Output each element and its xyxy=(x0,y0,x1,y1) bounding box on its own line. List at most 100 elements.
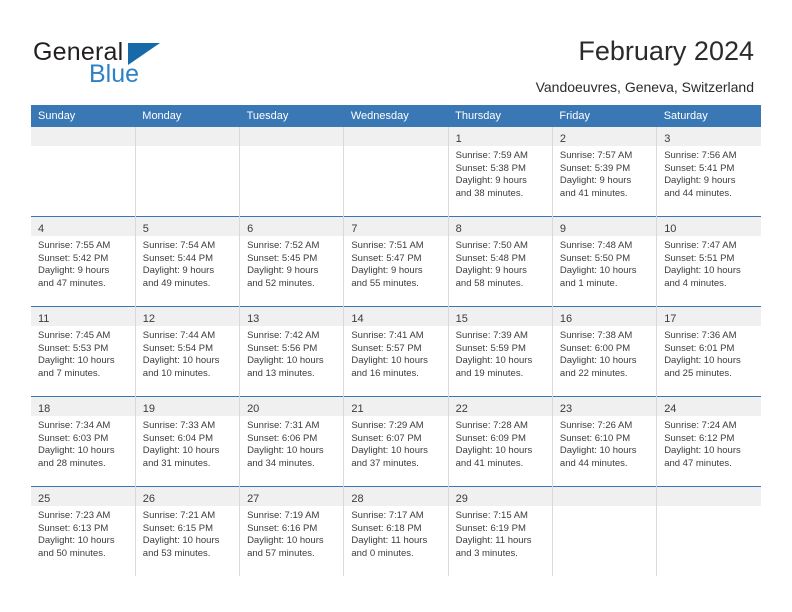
day-number-strip: 27 xyxy=(240,487,344,506)
day-detail-line: and 4 minutes. xyxy=(664,277,727,289)
calendar-day-cell[interactable]: 23 Sunrise: 7:26 AM Sunset: 6:10 PM Dayligh… xyxy=(551,396,657,487)
day-number-strip: 26 xyxy=(135,487,240,506)
calendar-day-cell[interactable]: 11 Sunrise: 7:45 AM Sunset: 5:53 PM Dayligh… xyxy=(31,306,136,397)
calendar-day-cell[interactable]: 6 Sunrise: 7:52 AM Sunset: 5:45 PM Daylight… xyxy=(239,216,344,307)
calendar-day-cell[interactable]: 4 Sunrise: 7:55 AM Sunset: 5:42 PM Daylight… xyxy=(31,216,136,307)
day-detail-line: Daylight: 9 hours xyxy=(664,175,736,187)
day-detail-line: Sunset: 5:53 PM xyxy=(38,342,109,354)
day-detail-line: Daylight: 10 hours xyxy=(247,535,324,547)
day-detail-line: Daylight: 10 hours xyxy=(38,535,115,547)
calendar-day-cell[interactable]: 17 Sunrise: 7:36 AM Sunset: 6:01 PM Dayligh… xyxy=(656,306,761,397)
day-number: 28 xyxy=(351,493,364,505)
calendar-day-cell[interactable]: 20 Sunrise: 7:31 AM Sunset: 6:06 PM Dayligh… xyxy=(239,396,344,487)
day-detail-line: Sunrise: 7:38 AM xyxy=(559,330,633,341)
day-detail-line: Sunset: 6:18 PM xyxy=(351,522,422,534)
calendar-day-cell[interactable]: 16 Sunrise: 7:38 AM Sunset: 6:00 PM Dayligh… xyxy=(551,306,657,397)
day-number: 3 xyxy=(664,133,671,145)
calendar-day-cell[interactable]: 7 Sunrise: 7:51 AM Sunset: 5:47 PM Daylight… xyxy=(343,216,449,307)
calendar-day-cell[interactable]: 21 Sunrise: 7:29 AM Sunset: 6:07 PM Dayligh… xyxy=(343,396,449,487)
day-detail-line: Daylight: 9 hours xyxy=(455,265,527,277)
calendar-day-cell[interactable]: 28 Sunrise: 7:17 AM Sunset: 6:18 PM Dayligh… xyxy=(343,486,449,576)
day-detail-line: Sunrise: 7:29 AM xyxy=(351,420,424,431)
calendar-day-cell[interactable]: 5 Sunrise: 7:54 AM Sunset: 5:44 PM Daylight… xyxy=(134,216,240,307)
day-detail-line: Sunrise: 7:44 AM xyxy=(142,330,216,341)
day-detail-line: Sunrise: 7:34 AM xyxy=(38,420,111,431)
calendar-day-cell[interactable]: 18 Sunrise: 7:34 AM Sunset: 6:03 PM Dayligh… xyxy=(31,396,136,487)
day-detail-line: and 47 minutes. xyxy=(664,457,732,469)
day-detail-line: and 22 minutes. xyxy=(559,367,628,379)
calendar-day-cell[interactable]: 10 Sunrise: 7:47 AM Sunset: 5:51 PM Dayligh… xyxy=(656,216,761,307)
calendar-week-row: 25 Sunrise: 7:23 AM Sunset: 6:13 PM Dayligh… xyxy=(31,486,761,576)
day-number: 24 xyxy=(664,403,677,415)
day-detail-line: Daylight: 10 hours xyxy=(455,445,533,457)
day-detail-line: and 37 minutes. xyxy=(351,457,419,469)
day-detail-line: Daylight: 10 hours xyxy=(664,265,741,277)
day-cell-inner: 12 Sunrise: 7:44 AM Sunset: 5:54 PM Dayligh… xyxy=(135,307,240,396)
day-cell-inner xyxy=(344,127,448,216)
day-cell-inner: 26 Sunrise: 7:21 AM Sunset: 6:15 PM Dayligh… xyxy=(135,487,240,576)
day-detail-line: Sunset: 5:41 PM xyxy=(664,162,735,174)
day-cell-details xyxy=(31,146,135,150)
calendar-day-cell[interactable]: 25 Sunrise: 7:23 AM Sunset: 6:13 PM Dayligh… xyxy=(31,486,136,576)
calendar-day-cell[interactable]: 9 Sunrise: 7:48 AM Sunset: 5:50 PM Daylight… xyxy=(551,216,657,307)
day-detail-line: Daylight: 10 hours xyxy=(142,535,220,547)
weekday-header-friday: Friday xyxy=(552,105,657,127)
day-number: 13 xyxy=(247,313,260,325)
day-detail-line: Sunrise: 7:41 AM xyxy=(351,330,424,341)
day-cell-inner: 28 Sunrise: 7:17 AM Sunset: 6:18 PM Dayligh… xyxy=(344,487,448,576)
day-detail-line: and 25 minutes. xyxy=(664,367,732,379)
day-detail-line: and 55 minutes. xyxy=(351,277,419,289)
calendar-day-cell[interactable]: 19 Sunrise: 7:33 AM Sunset: 6:04 PM Dayligh… xyxy=(134,396,240,487)
day-cell-inner: 17 Sunrise: 7:36 AM Sunset: 6:01 PM Dayligh… xyxy=(657,307,761,396)
day-detail-line: and 34 minutes. xyxy=(247,457,315,469)
calendar-day-cell[interactable]: 2 Sunrise: 7:57 AM Sunset: 5:39 PM Daylight… xyxy=(551,127,657,217)
calendar-day-cell[interactable]: 22 Sunrise: 7:28 AM Sunset: 6:09 PM Dayligh… xyxy=(447,396,553,487)
day-detail-line: Daylight: 10 hours xyxy=(247,355,324,367)
day-detail-line: Sunset: 5:54 PM xyxy=(142,342,214,354)
day-number: 23 xyxy=(559,403,573,415)
day-cell-inner: 5 Sunrise: 7:54 AM Sunset: 5:44 PM Daylight… xyxy=(135,217,240,306)
day-number-strip xyxy=(135,127,240,146)
day-cell-inner: 21 Sunrise: 7:29 AM Sunset: 6:07 PM Dayligh… xyxy=(344,397,448,486)
day-cell-inner: 4 Sunrise: 7:55 AM Sunset: 5:42 PM Daylight… xyxy=(31,217,135,306)
calendar-day-cell[interactable]: 26 Sunrise: 7:21 AM Sunset: 6:15 PM Dayligh… xyxy=(134,486,240,576)
calendar-day-cell[interactable]: 12 Sunrise: 7:44 AM Sunset: 5:54 PM Dayligh… xyxy=(134,306,240,397)
calendar-day-cell[interactable]: 3 Sunrise: 7:56 AM Sunset: 5:41 PM Daylight… xyxy=(656,127,761,217)
day-number: 10 xyxy=(664,223,677,235)
calendar-day-cell[interactable]: 27 Sunrise: 7:19 AM Sunset: 6:16 PM Dayligh… xyxy=(239,486,344,576)
day-number: 12 xyxy=(142,313,156,325)
calendar-day-cell[interactable]: 8 Sunrise: 7:50 AM Sunset: 5:48 PM Daylight… xyxy=(447,216,553,307)
day-number-strip xyxy=(240,127,344,146)
calendar-day-cell[interactable]: 24 Sunrise: 7:24 AM Sunset: 6:12 PM Dayligh… xyxy=(656,396,761,487)
day-number: 14 xyxy=(351,313,364,325)
day-number: 1 xyxy=(455,133,462,145)
day-number: 4 xyxy=(38,223,45,235)
calendar-day-cell[interactable]: 15 Sunrise: 7:39 AM Sunset: 5:59 PM Dayligh… xyxy=(447,306,553,397)
day-detail-line: and 44 minutes. xyxy=(664,187,732,199)
calendar-day-cell[interactable]: 1 Sunrise: 7:59 AM Sunset: 5:38 PM Daylight… xyxy=(447,127,553,217)
day-detail-line: and 10 minutes. xyxy=(142,367,211,379)
day-detail-line: Sunset: 6:07 PM xyxy=(351,432,422,444)
day-number-strip: 14 xyxy=(344,307,448,326)
day-cell-inner: 22 Sunrise: 7:28 AM Sunset: 6:09 PM Dayligh… xyxy=(448,397,552,486)
calendar-day-cell[interactable]: 13 Sunrise: 7:42 AM Sunset: 5:56 PM Dayligh… xyxy=(239,306,344,397)
day-detail-line: Daylight: 11 hours xyxy=(455,535,532,547)
page-subtitle: Vandoeuvres, Geneva, Switzerland xyxy=(535,79,754,95)
day-cell-inner: 19 Sunrise: 7:33 AM Sunset: 6:04 PM Dayligh… xyxy=(135,397,240,486)
day-detail-line: Sunset: 6:01 PM xyxy=(664,342,735,354)
calendar-day-cell[interactable]: 14 Sunrise: 7:41 AM Sunset: 5:57 PM Dayligh… xyxy=(343,306,449,397)
day-number-strip: 24 xyxy=(657,397,761,416)
calendar-week-row: 4 Sunrise: 7:55 AM Sunset: 5:42 PM Daylight… xyxy=(31,216,761,307)
day-detail-line: Sunrise: 7:56 AM xyxy=(664,150,737,161)
day-cell-details: Sunrise: 7:23 AM Sunset: 6:13 PM Daylight:… xyxy=(31,506,135,560)
day-detail-line: Sunrise: 7:42 AM xyxy=(247,330,320,341)
calendar-body: 1 Sunrise: 7:59 AM Sunset: 5:38 PM Daylight… xyxy=(31,127,761,576)
day-cell-inner xyxy=(657,487,761,576)
day-detail-line: and 38 minutes. xyxy=(455,187,524,199)
weekday-header-row: Sunday Monday Tuesday Wednesday Thursday Frid… xyxy=(31,105,761,127)
calendar-day-cell[interactable]: 29 Sunrise: 7:15 AM Sunset: 6:19 PM Dayligh… xyxy=(447,486,553,576)
day-detail-line: and 49 minutes. xyxy=(142,277,211,289)
day-detail-line: Sunset: 6:03 PM xyxy=(38,432,109,444)
day-number: 19 xyxy=(142,403,156,415)
day-cell-details: Sunrise: 7:36 AM Sunset: 6:01 PM Daylight:… xyxy=(657,326,761,380)
